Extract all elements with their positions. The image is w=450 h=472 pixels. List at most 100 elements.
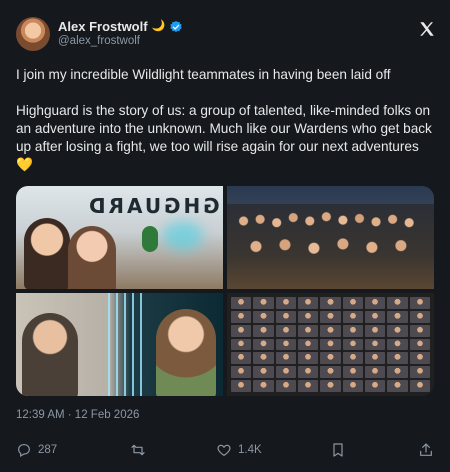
video-call-tile [253, 310, 274, 323]
like-button[interactable]: 1.4K [216, 442, 262, 458]
video-call-tile [409, 338, 430, 351]
video-call-tile [298, 352, 319, 365]
video-call-tile [409, 380, 430, 392]
video-call-tile [342, 366, 363, 379]
video-call-tile [409, 324, 430, 337]
video-call-tile [253, 297, 274, 309]
name-emoji: 🌙 [151, 20, 166, 32]
video-call-tile [320, 338, 341, 351]
tweet-paragraph-2: Highguard is the story of us: a group of… [16, 103, 432, 172]
like-count: 1.4K [238, 444, 262, 456]
video-call-tile [275, 380, 296, 392]
video-call-tile [365, 324, 386, 337]
video-call-tile [365, 366, 386, 379]
person-glasses [22, 313, 78, 396]
like-icon [217, 444, 231, 457]
retweet-icon [131, 444, 145, 456]
video-call-tile [342, 352, 363, 365]
video-call-tile [298, 310, 319, 323]
tweet-text: I join my incredible Wildlight teammates… [16, 66, 436, 174]
video-call-tile [320, 366, 341, 379]
share-icon [420, 443, 432, 456]
video-call-tile [231, 352, 252, 365]
video-call-tile [409, 352, 430, 365]
video-call-tile [298, 324, 319, 337]
video-call-tile [387, 366, 408, 379]
video-call-tile [342, 380, 363, 392]
video-call-tile [365, 297, 386, 309]
video-call-tile [298, 338, 319, 351]
video-call-tile [253, 324, 274, 337]
team-crowd [227, 204, 434, 289]
video-call-tile [275, 366, 296, 379]
video-call-tile [253, 380, 274, 392]
video-call-tile [275, 297, 296, 309]
author-info: Alex Frostwolf 🌙 @alex_frostwolf [58, 19, 183, 49]
photo-selfie-highguard-sign[interactable]: HIGHGUARD [16, 186, 223, 289]
video-call-tile [320, 310, 341, 323]
video-call-tile [320, 380, 341, 392]
video-call-tile [409, 310, 430, 323]
video-call-tile [253, 338, 274, 351]
cyan-light [163, 221, 203, 251]
video-call-tile [365, 352, 386, 365]
tweet-card: Alex Frostwolf 🌙 @alex_frostwolf I join … [0, 0, 450, 472]
tweet-timestamp[interactable]: 12:39 AM · 12 Feb 2026 [16, 409, 139, 421]
action-bar: 287 1.4K [16, 441, 436, 459]
video-call-tile [231, 366, 252, 379]
person-smiling [156, 309, 216, 396]
video-call-tile [387, 380, 408, 392]
video-call-tile [342, 297, 363, 309]
video-call-tile [320, 297, 341, 309]
user-handle[interactable]: @alex_frostwolf [58, 34, 183, 49]
video-call-tile [298, 380, 319, 392]
video-call-tile [365, 310, 386, 323]
share-button[interactable] [418, 442, 434, 458]
photo-two-people-lights[interactable] [16, 293, 223, 396]
plant [142, 226, 158, 252]
video-call-tile [342, 324, 363, 337]
media-grid: HIGHGUARD [16, 186, 434, 396]
video-call-tile [387, 297, 408, 309]
video-call-tile [275, 352, 296, 365]
video-call-tile [342, 310, 363, 323]
video-call-tile [320, 352, 341, 365]
verified-badge-icon [170, 20, 182, 32]
video-call-tile [275, 324, 296, 337]
person-right [68, 226, 116, 289]
video-call-tile [275, 310, 296, 323]
tweet-paragraph-1: I join my incredible Wildlight teammates… [16, 67, 391, 82]
string-lights [108, 293, 148, 396]
video-call-tile [231, 297, 252, 309]
display-name[interactable]: Alex Frostwolf [58, 19, 148, 34]
photo-team-group[interactable] [227, 186, 434, 289]
video-call-tile [231, 338, 252, 351]
video-call-tile [387, 352, 408, 365]
video-call-tile [298, 366, 319, 379]
video-call-tile [231, 324, 252, 337]
photo-video-call-grid[interactable] [227, 293, 434, 396]
reply-button[interactable]: 287 [16, 442, 57, 458]
avatar[interactable] [16, 17, 50, 51]
video-call-tile [320, 324, 341, 337]
video-call-tile [231, 380, 252, 392]
video-call-tile [298, 297, 319, 309]
video-call-tile [409, 297, 430, 309]
video-call-tile [387, 338, 408, 351]
video-call-tile [253, 352, 274, 365]
video-call-tile [365, 380, 386, 392]
reply-icon [18, 444, 30, 458]
name-row: Alex Frostwolf 🌙 [58, 19, 183, 34]
x-logo-icon[interactable] [418, 20, 436, 38]
video-call-tile [275, 338, 296, 351]
video-call-tile [365, 338, 386, 351]
bookmark-button[interactable] [330, 442, 346, 458]
reply-count: 287 [38, 444, 58, 456]
person-left [24, 218, 70, 289]
retweet-button[interactable] [130, 442, 152, 458]
video-call-tile [387, 310, 408, 323]
highguard-sign: HIGHGUARD [86, 194, 223, 218]
video-call-tile [231, 310, 252, 323]
video-call-tile [409, 366, 430, 379]
bookmark-icon [333, 443, 343, 457]
